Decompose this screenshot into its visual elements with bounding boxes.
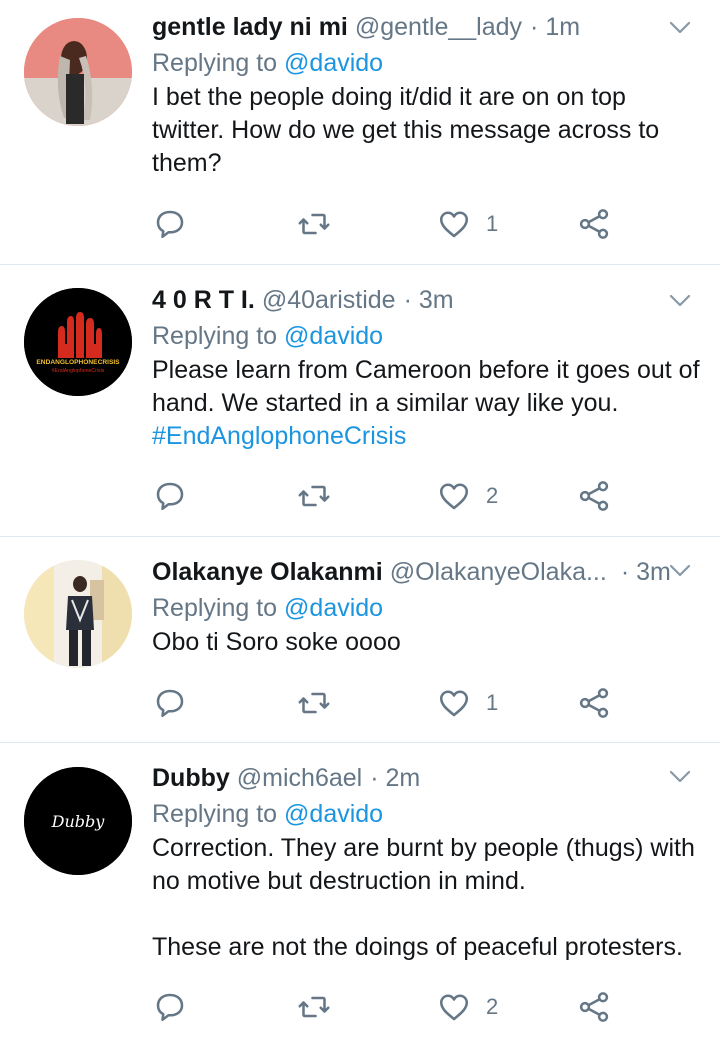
author-name[interactable]: gentle lady ni mi (152, 10, 348, 44)
tweet-text: Please learn from Cameroon before it goe… (152, 354, 700, 453)
like-button[interactable]: 2 (436, 985, 498, 1029)
avatar[interactable]: ENDANGLOPHONECRISIS #EndAnglophoneCrisis (24, 288, 132, 396)
replying-prefix: Replying to (152, 49, 278, 77)
avatar-signature-text: Dubby (51, 812, 106, 831)
like-icon (439, 690, 469, 717)
tweet[interactable]: gentle lady ni mi @gentle__lady · 1m Rep… (0, 0, 720, 265)
share-icon (579, 688, 609, 718)
retweet-button[interactable] (296, 681, 332, 725)
replying-to: Replying to @davido (152, 797, 700, 831)
author-handle[interactable]: @gentle__lady (355, 10, 522, 44)
timestamp[interactable]: · 2m (370, 761, 420, 795)
mention-link[interactable]: @davido (284, 800, 383, 828)
action-bar: 1 (152, 202, 632, 246)
share-button[interactable] (576, 202, 612, 246)
chevron-down-icon[interactable] (668, 16, 692, 40)
mention-link[interactable]: @davido (284, 322, 383, 350)
share-icon (579, 209, 609, 239)
like-icon (439, 211, 469, 238)
like-button[interactable]: 1 (436, 202, 498, 246)
retweet-button[interactable] (296, 202, 332, 246)
tweet-text-line (152, 898, 700, 931)
avatar[interactable] (24, 560, 132, 668)
reply-button[interactable] (152, 474, 188, 518)
tweet-text-line: Please learn from Cameroon before it goe… (152, 356, 700, 384)
author-handle[interactable]: @mich6ael (237, 761, 362, 795)
hashtag-link[interactable]: #EndAnglophoneCrisis (152, 420, 700, 453)
replying-prefix: Replying to (152, 322, 278, 350)
share-icon (579, 992, 609, 1022)
like-icon (439, 483, 469, 510)
timestamp[interactable]: · 1m (530, 10, 580, 44)
retweet-icon (298, 485, 330, 507)
replying-prefix: Replying to (152, 800, 278, 828)
reply-button[interactable] (152, 681, 188, 725)
action-bar: 2 (152, 474, 632, 518)
tweet-text-line: twitter. How do we get this message acro… (152, 116, 660, 144)
tweet-text: Correction. They are burnt by people (th… (152, 832, 700, 964)
chevron-down-icon[interactable] (668, 559, 692, 583)
author-name[interactable]: Dubby (152, 761, 230, 795)
avatar[interactable]: Dubby (24, 767, 132, 875)
tweet-text: I bet the people doing it/did it are on … (152, 81, 700, 180)
tweet-text-line: Correction. They are burnt by people (th… (152, 834, 695, 862)
avatar[interactable] (24, 18, 132, 126)
tweet-text-line: hand. We started in a similar way like y… (152, 389, 619, 417)
tweet-text-line: These are not the doings of peaceful pro… (152, 933, 683, 961)
timestamp[interactable]: · 3m (404, 283, 454, 317)
reply-icon (156, 210, 184, 239)
like-count: 2 (486, 483, 499, 508)
tweet-text-line: I bet the people doing it/did it are on … (152, 83, 626, 111)
tweet-text-line: Obo ti Soro soke oooo (152, 628, 401, 656)
mention-link[interactable]: @davido (284, 49, 383, 77)
like-button[interactable]: 2 (436, 474, 498, 518)
retweet-icon (298, 692, 330, 714)
like-count: 1 (486, 690, 499, 715)
signature-avatar-icon: Dubby (24, 767, 132, 875)
author-name[interactable]: Olakanye Olakanmi (152, 555, 383, 589)
replying-prefix: Replying to (152, 594, 278, 622)
share-button[interactable] (576, 681, 612, 725)
retweet-icon (298, 996, 330, 1018)
reply-button[interactable] (152, 202, 188, 246)
tweet[interactable]: ENDANGLOPHONECRISIS #EndAnglophoneCrisis… (0, 265, 720, 537)
retweet-button[interactable] (296, 474, 332, 518)
avatar-logo-text: ENDANGLOPHONECRISIS (36, 359, 120, 366)
like-count: 1 (486, 211, 499, 236)
retweet-icon (298, 213, 330, 235)
action-bar: 1 (152, 681, 632, 725)
timestamp[interactable]: · 3m (621, 555, 671, 589)
tweet-text: Obo ti Soro soke oooo (152, 626, 700, 659)
tweet-text-line: no motive but destruction in mind. (152, 867, 526, 895)
tweet[interactable]: Dubby Dubby @mich6ael · 2m Replying to @… (0, 743, 720, 1043)
mention-link[interactable]: @davido (284, 594, 383, 622)
like-button[interactable]: 1 (436, 681, 498, 725)
author-handle[interactable]: @OlakanyeOlaka... (390, 555, 607, 589)
author-handle[interactable]: @40aristide (262, 283, 396, 317)
replying-to: Replying to @davido (152, 319, 700, 353)
share-button[interactable] (576, 985, 612, 1029)
tweet[interactable]: Olakanye Olakanmi @OlakanyeOlaka... · 3m… (0, 537, 720, 743)
tweet-text-line: them? (152, 149, 222, 177)
author-name[interactable]: 4 0 R T I. (152, 283, 255, 317)
raised-hands-logo-avatar-icon: ENDANGLOPHONECRISIS #EndAnglophoneCrisis (24, 288, 132, 396)
man-standing-avatar-icon (24, 560, 132, 668)
reply-button[interactable] (152, 985, 188, 1029)
reply-icon (156, 993, 184, 1022)
replying-to: Replying to @davido (152, 591, 700, 625)
share-icon (579, 481, 609, 511)
reply-icon (156, 689, 184, 718)
replying-to: Replying to @davido (152, 46, 700, 80)
woman-braids-avatar-icon (24, 18, 132, 126)
chevron-down-icon[interactable] (668, 289, 692, 313)
like-icon (439, 994, 469, 1021)
avatar-logo-subtext: #EndAnglophoneCrisis (52, 368, 105, 374)
action-bar: 2 (152, 985, 632, 1029)
chevron-down-icon[interactable] (668, 765, 692, 789)
reply-icon (156, 482, 184, 511)
share-button[interactable] (576, 474, 612, 518)
like-count: 2 (486, 994, 499, 1019)
retweet-button[interactable] (296, 985, 332, 1029)
